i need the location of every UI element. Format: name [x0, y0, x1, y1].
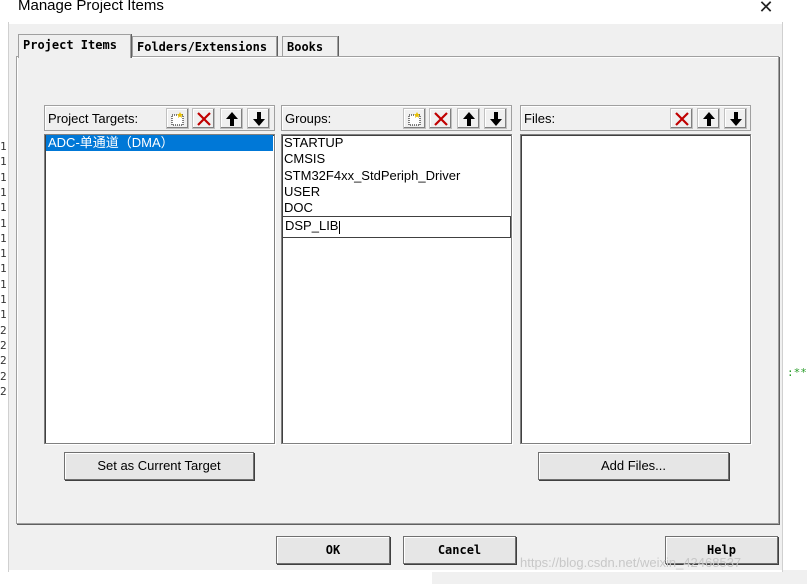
gutter-line-number: 1 — [0, 247, 7, 261]
arrow-down-icon — [252, 111, 265, 126]
gutter-line-number: 1 — [0, 308, 7, 322]
group-list-item[interactable]: STARTUP — [282, 135, 511, 151]
taskbar-area-gray — [432, 570, 807, 584]
groups-label: Groups: — [285, 111, 332, 126]
files-label: Files: — [524, 111, 556, 126]
gutter-line-number: 1 — [0, 170, 7, 184]
gutter-line-number: 2 — [0, 369, 7, 383]
gutter-line-number: 1 — [0, 293, 7, 306]
group-name-edit-field[interactable]: DSP_LIB — [282, 216, 511, 239]
delete-target-button[interactable] — [192, 108, 215, 129]
text-cursor — [339, 220, 341, 234]
group-list-item[interactable]: USER — [282, 184, 511, 200]
group-list-item[interactable]: DOC — [282, 200, 511, 216]
watermark: https://blog.csdn.net/weixin_42468537 — [520, 555, 742, 570]
move-file-up-button[interactable] — [697, 108, 720, 129]
move-file-down-button[interactable] — [724, 108, 747, 129]
arrow-down-icon — [729, 111, 742, 126]
groups-header: Groups: — [281, 105, 512, 131]
move-target-down-button[interactable] — [247, 108, 270, 129]
move-group-down-button[interactable] — [484, 108, 507, 129]
delete-group-button[interactable] — [429, 108, 452, 129]
tab-folders-extensions[interactable]: Folders/Extensions — [132, 36, 277, 58]
files-list[interactable] — [520, 134, 751, 444]
gutter-line-number: 2 — [0, 338, 7, 352]
arrow-down-icon — [489, 111, 502, 126]
editor-background — [783, 0, 807, 584]
gutter-line-number: 1 — [0, 216, 7, 230]
groups-list[interactable]: STARTUP CMSIS STM32F4xx_StdPeriph_Driver US… — [281, 134, 512, 444]
gutter-line-number: 1 — [0, 140, 7, 153]
tab-books[interactable]: Books — [282, 36, 338, 58]
gutter-line-number: 1 — [0, 185, 7, 199]
new-group-button[interactable] — [403, 108, 426, 129]
delete-icon — [196, 111, 211, 126]
move-target-up-button[interactable] — [220, 108, 243, 129]
group-list-item[interactable]: CMSIS — [282, 151, 511, 167]
gutter-line-number: 1 — [0, 155, 7, 169]
close-icon[interactable]: ✕ — [755, 0, 777, 18]
delete-icon — [674, 111, 689, 126]
gutter-line-number: 1 — [0, 201, 7, 215]
arrow-up-icon — [462, 111, 475, 126]
tab-project-items[interactable]: Project Items — [18, 34, 131, 58]
set-as-current-target-button[interactable]: Set as Current Target — [64, 452, 254, 480]
move-group-up-button[interactable] — [457, 108, 480, 129]
new-item-icon — [408, 111, 420, 125]
gutter-line-number: 2 — [0, 384, 7, 398]
gutter-line-number: 1 — [0, 277, 7, 291]
gutter-line-number: 1 — [0, 231, 7, 245]
add-files-button[interactable]: Add Files... — [538, 452, 729, 480]
project-targets-header: Project Targets: — [44, 105, 275, 131]
ok-button[interactable]: OK — [276, 536, 390, 564]
delete-icon — [433, 111, 448, 126]
editor-code-fragment: :** — [787, 366, 807, 379]
new-item-icon — [171, 111, 183, 125]
gutter-line-number: 2 — [0, 323, 7, 337]
target-list-item[interactable]: ADC-单通道（DMA） — [46, 135, 273, 152]
gutter-line-number: 1 — [0, 262, 7, 276]
cancel-button[interactable]: Cancel — [403, 536, 516, 564]
new-target-button[interactable] — [166, 108, 189, 129]
files-header: Files: — [520, 105, 751, 131]
arrow-up-icon — [702, 111, 715, 126]
gutter-line-number: 2 — [0, 354, 7, 368]
arrow-up-icon — [225, 111, 238, 126]
editor-gutter: 11111111111122222 — [0, 0, 8, 584]
dialog-title: Manage Project Items — [18, 0, 164, 14]
project-targets-list[interactable]: ADC-单通道（DMA） — [44, 134, 275, 444]
group-list-item[interactable]: STM32F4xx_StdPeriph_Driver — [282, 168, 511, 184]
delete-file-button[interactable] — [670, 108, 693, 129]
project-targets-label: Project Targets: — [48, 111, 139, 126]
